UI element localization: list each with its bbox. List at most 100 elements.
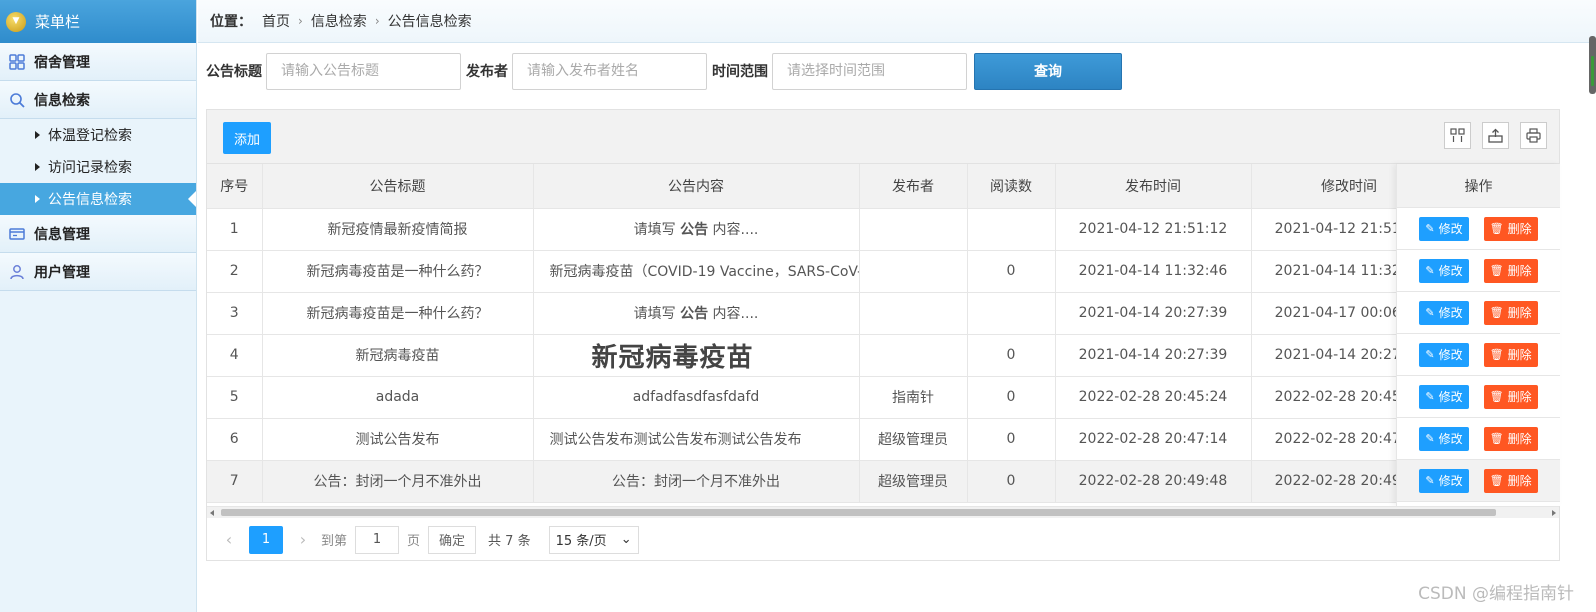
sidebar-item-visits[interactable]: 访问记录检索: [0, 151, 196, 183]
cell-content: adfadfasdfasfdafd: [533, 376, 860, 419]
scroll-left-icon[interactable]: [210, 510, 214, 516]
goto-page-input[interactable]: [355, 525, 400, 554]
edit-label: 修改: [1438, 474, 1463, 488]
sidebar-group-users[interactable]: 用户管理: [0, 253, 196, 291]
delete-button[interactable]: 🗑 删除: [1483, 468, 1538, 493]
delete-label: 删除: [1507, 348, 1532, 362]
export-icon[interactable]: [1482, 122, 1509, 149]
cell-published: 2021-04-14 20:27:39: [1055, 292, 1252, 335]
scroll-right-icon[interactable]: [1552, 510, 1556, 516]
query-button[interactable]: 查询: [974, 52, 1122, 90]
menu-toggle-icon[interactable]: ▼: [6, 11, 26, 32]
cell-published: 2021-04-14 20:27:39: [1055, 334, 1252, 377]
cell-content: 请填写 公告 内容....: [533, 292, 860, 335]
vertical-scrollbar[interactable]: [1589, 36, 1596, 94]
cell-title: adada: [262, 376, 534, 419]
edit-button[interactable]: ✎ 修改: [1419, 342, 1469, 367]
cell-reads: [967, 292, 1056, 335]
cell-content: 新冠病毒疫苗（COVID-19 Vaccine，SARS-CoV-2 Vacci…: [533, 250, 860, 293]
edit-label: 修改: [1438, 390, 1463, 404]
title-label: 公告标题: [206, 64, 262, 80]
breadcrumb-home[interactable]: 首页: [262, 11, 290, 31]
print-icon[interactable]: [1520, 122, 1547, 149]
column-header: 阅读数: [967, 164, 1056, 209]
cell-content: 公告：封闭一个月不准外出: [533, 460, 860, 503]
search-form: 公告标题 发布者 时间范围 查询: [206, 52, 1122, 90]
user-icon: [9, 264, 25, 280]
total-count: 共 7 条: [488, 534, 531, 549]
sidebar-group-dorm[interactable]: 宿舍管理: [0, 43, 196, 81]
cell-title: 测试公告发布: [262, 418, 534, 461]
table-row[interactable]: 3 新冠病毒疫苗是一种什么药？ 请填写 公告 内容.... 2021-04-14…: [207, 292, 1559, 335]
pencil-icon: ✎: [1425, 432, 1435, 445]
scrollbar-thumb[interactable]: [221, 509, 1496, 516]
delete-button[interactable]: 🗑 删除: [1483, 300, 1538, 325]
cell-no: 1: [207, 208, 263, 251]
sidebar-item-temperature[interactable]: 体温登记检索: [0, 119, 196, 151]
time-range-input[interactable]: [772, 52, 967, 90]
cell-title: 公告：封闭一个月不准外出: [262, 460, 534, 503]
page-size-value: 15 条/页: [555, 534, 607, 549]
edit-label: 修改: [1438, 264, 1463, 278]
trash-icon: 🗑: [1489, 222, 1504, 235]
sidebar-group-label: 宿舍管理: [34, 54, 90, 71]
trash-icon: 🗑: [1489, 348, 1504, 361]
sidebar-item-notices[interactable]: 公告信息检索: [0, 183, 196, 215]
edit-button[interactable]: ✎ 修改: [1419, 258, 1469, 283]
operations-column: 操作 ✎ 修改 🗑 删除 ✎ 修改 🗑 删除 ✎ 修改 🗑 删除 ✎ 修改 🗑 删除 ✎ 修改 🗑…: [1396, 164, 1560, 506]
edit-button[interactable]: ✎ 修改: [1419, 426, 1469, 451]
table-scroll-area[interactable]: 序号 公告标题 公告内容 发布者 阅读数 发布时间 修改时间 1 新冠疫情最新疫…: [207, 164, 1559, 506]
table-row[interactable]: 6 测试公告发布 测试公告发布测试公告发布测试公告发布 超级管理员 0 2022…: [207, 418, 1559, 461]
prev-page-icon[interactable]: ‹: [219, 530, 239, 549]
pencil-icon: ✎: [1425, 348, 1435, 361]
delete-button[interactable]: 🗑 删除: [1483, 216, 1538, 241]
column-header: 发布者: [859, 164, 968, 209]
edit-button[interactable]: ✎ 修改: [1419, 300, 1469, 325]
sidebar-header[interactable]: ▼ 菜单栏: [0, 0, 196, 43]
table-row[interactable]: 1 新冠疫情最新疫情简报 请填写 公告 内容.... 2021-04-12 21…: [207, 208, 1559, 251]
cell-title: 新冠疫情最新疫情简报: [262, 208, 534, 251]
next-page-icon[interactable]: ›: [293, 530, 313, 549]
delete-button[interactable]: 🗑 删除: [1483, 384, 1538, 409]
cell-no: 5: [207, 376, 263, 419]
table-row[interactable]: 7 公告：封闭一个月不准外出 公告：封闭一个月不准外出 超级管理员 0 2022…: [207, 460, 1559, 503]
cell-title: 新冠病毒疫苗是一种什么药？: [262, 250, 534, 293]
delete-label: 删除: [1507, 222, 1532, 236]
publisher-input[interactable]: [512, 52, 707, 90]
cell-reads: 0: [967, 334, 1056, 377]
page-size-select[interactable]: 15 条/页 ⌄: [548, 525, 639, 554]
column-header: 公告标题: [262, 164, 534, 209]
cell-no: 6: [207, 418, 263, 461]
columns-filter-icon[interactable]: [1444, 122, 1471, 149]
page-label: 页: [407, 534, 421, 549]
table-row[interactable]: 4 新冠病毒疫苗 新冠病毒疫苗 0 2021-04-14 20:27:39 20…: [207, 334, 1559, 377]
edit-button[interactable]: ✎ 修改: [1419, 468, 1469, 493]
goto-label: 到第: [321, 534, 348, 549]
delete-button[interactable]: 🗑 删除: [1483, 342, 1538, 367]
cell-title: 新冠病毒疫苗: [262, 334, 534, 377]
delete-button[interactable]: 🗑 删除: [1483, 426, 1538, 451]
table-row[interactable]: 5 adada adfadfasdfasfdafd 指南针 0 2022-02-…: [207, 376, 1559, 419]
confirm-button[interactable]: 确定: [428, 525, 477, 554]
cell-published: 2022-02-28 20:45:24: [1055, 376, 1252, 419]
row-actions: ✎ 修改 🗑 删除: [1397, 418, 1560, 460]
title-input[interactable]: [266, 52, 461, 90]
sidebar-group-info[interactable]: 信息管理: [0, 215, 196, 253]
current-page[interactable]: 1: [249, 525, 283, 554]
edit-button[interactable]: ✎ 修改: [1419, 216, 1469, 241]
edit-label: 修改: [1438, 222, 1463, 236]
sidebar-group-search[interactable]: 信息检索: [0, 81, 196, 119]
add-button[interactable]: 添加: [223, 122, 271, 154]
horizontal-scrollbar[interactable]: [207, 506, 1559, 518]
table-toolbar: 添加: [207, 110, 1559, 164]
trash-icon: 🗑: [1489, 474, 1504, 487]
edit-label: 修改: [1438, 348, 1463, 362]
table-row[interactable]: 2 新冠病毒疫苗是一种什么药？ 新冠病毒疫苗（COVID-19 Vaccine，…: [207, 250, 1559, 293]
breadcrumb-search[interactable]: 信息检索: [311, 11, 367, 31]
watermark: CSDN @编程指南针: [1418, 584, 1574, 604]
content-bold: 公告: [680, 306, 709, 322]
caret-right-icon: [35, 131, 40, 139]
edit-button[interactable]: ✎ 修改: [1419, 384, 1469, 409]
delete-button[interactable]: 🗑 删除: [1483, 258, 1538, 283]
cell-publisher: [859, 292, 968, 335]
